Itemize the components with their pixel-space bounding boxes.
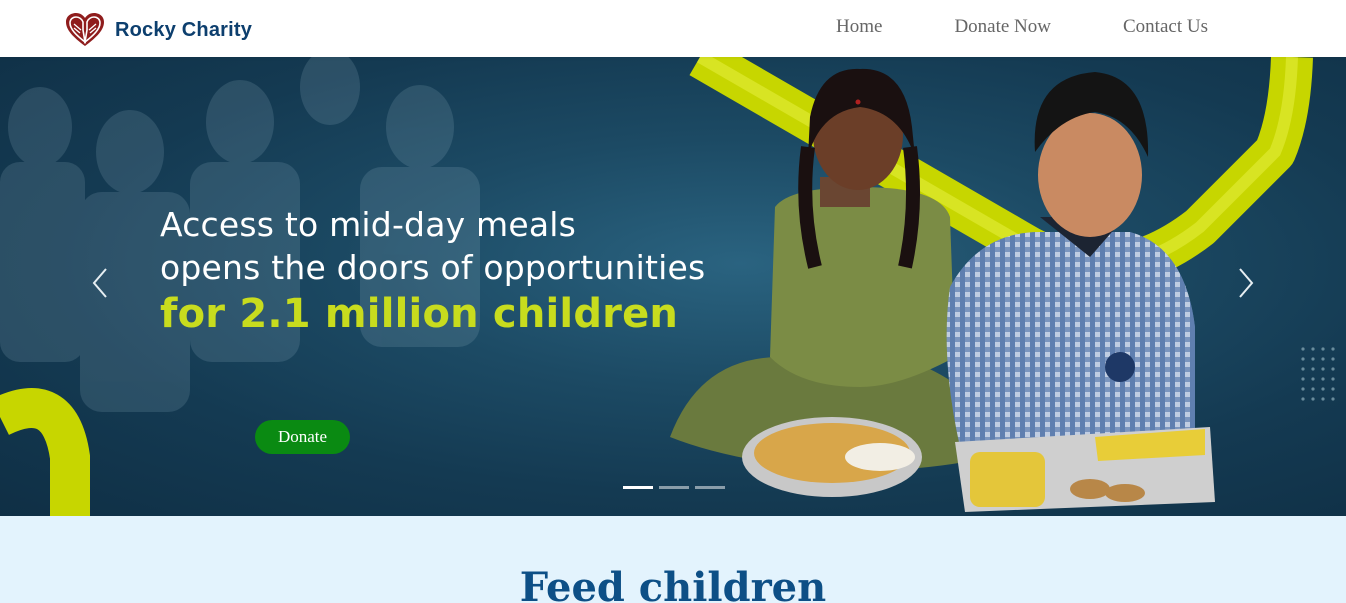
site-header: Rocky Charity Home Donate Now Contact Us: [0, 0, 1346, 57]
section-title: Feed children: [519, 564, 827, 603]
chevron-right-icon[interactable]: [1234, 263, 1258, 303]
brand[interactable]: Rocky Charity: [65, 12, 252, 48]
nav-home[interactable]: Home: [836, 16, 882, 38]
hero-carousel: Access to mid-day meals opens the doors …: [0, 57, 1346, 516]
nav-contact-us[interactable]: Contact Us: [1123, 16, 1208, 38]
boy-figure: [946, 72, 1195, 447]
hero-heading-line-2: opens the doors of opportunities: [160, 248, 706, 287]
donate-button[interactable]: Donate: [255, 420, 350, 454]
carousel-indicators: [623, 486, 731, 489]
hero-heading-line-1: Access to mid-day meals: [160, 205, 577, 244]
feed-children-section: Feed children: [0, 516, 1346, 603]
main-nav: Home Donate Now Contact Us: [836, 16, 1208, 38]
heart-hands-icon: [66, 13, 104, 46]
carousel-indicator-3[interactable]: [695, 486, 725, 489]
carousel-indicator-1[interactable]: [623, 486, 653, 489]
hero-heading-highlight: for 2.1 million children: [160, 291, 679, 337]
carousel-indicator-2[interactable]: [659, 486, 689, 489]
girl-figure: [670, 68, 990, 471]
chevron-left-icon[interactable]: [88, 263, 112, 303]
nav-donate-now[interactable]: Donate Now: [954, 16, 1051, 38]
brand-name: Rocky Charity: [115, 18, 253, 41]
